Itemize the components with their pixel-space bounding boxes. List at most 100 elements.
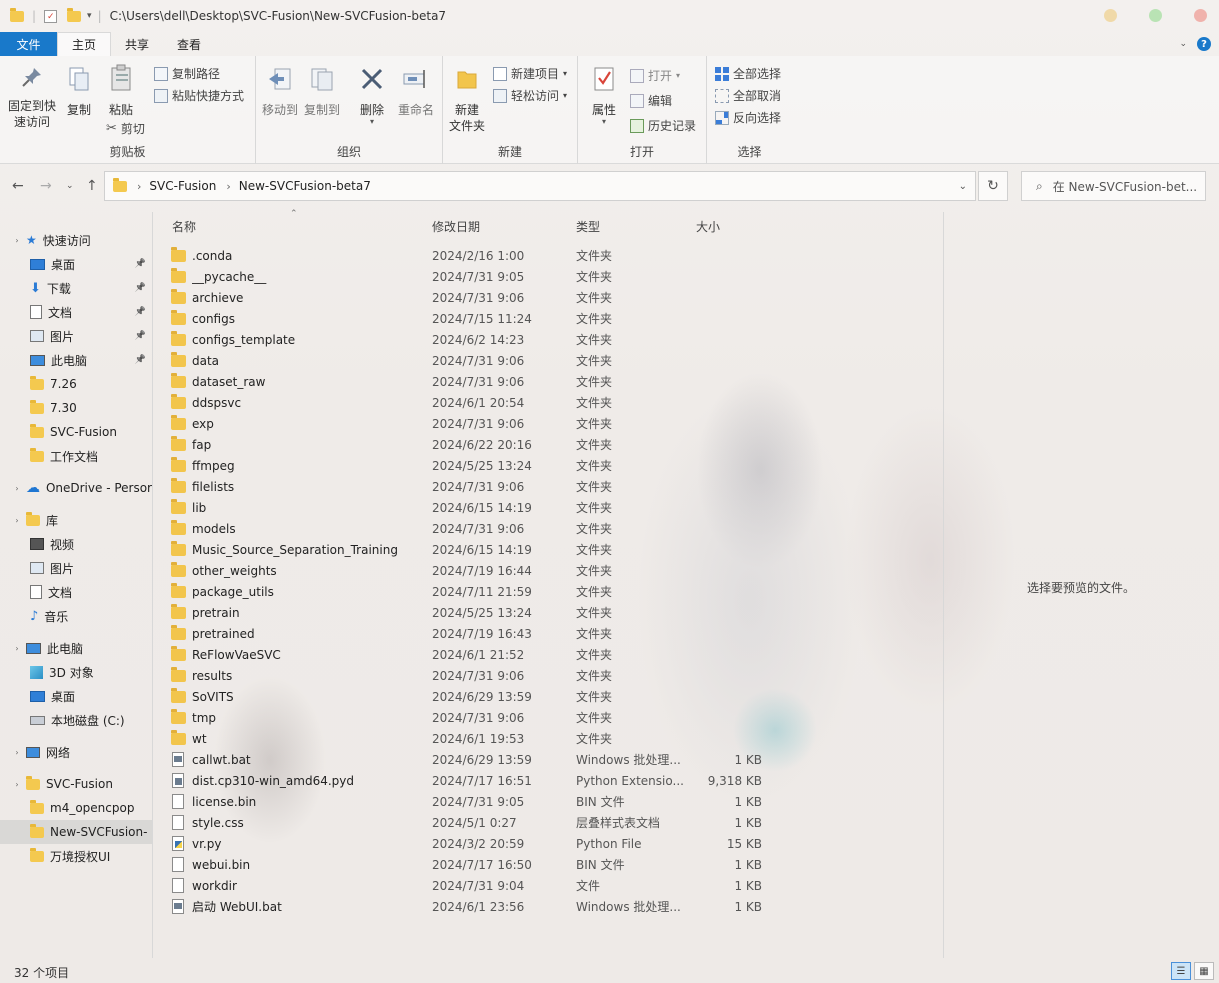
file-row[interactable]: __pycache__ 2024/7/31 9:05 文件夹 xyxy=(170,266,930,287)
file-row[interactable]: exp 2024/7/31 9:06 文件夹 xyxy=(170,413,930,434)
copy-path-button[interactable]: 复制路径 xyxy=(154,65,220,82)
up-arrow-icon[interactable]: ↑ xyxy=(86,178,98,194)
sidebar-item[interactable]: m4_opencpop xyxy=(0,796,152,820)
file-row[interactable]: dist.cp310-win_amd64.pyd 2024/7/17 16:51 P… xyxy=(170,770,930,791)
column-header-date[interactable]: 修改日期 xyxy=(432,218,480,235)
paste-shortcut-button[interactable]: 粘贴快捷方式 xyxy=(154,87,244,104)
recent-dropdown-icon[interactable]: ⌄ xyxy=(66,181,74,191)
sidebar-item[interactable]: SVC-Fusion xyxy=(0,420,152,444)
minimize-button[interactable] xyxy=(1104,9,1117,22)
sidebar-item[interactable]: › SVC-Fusion xyxy=(0,772,152,796)
file-row[interactable]: dataset_raw 2024/7/31 9:06 文件夹 xyxy=(170,371,930,392)
open-button[interactable]: 打开 ▾ xyxy=(630,67,680,84)
tab-share[interactable]: 共享 xyxy=(111,32,163,56)
help-icon[interactable]: ? xyxy=(1197,37,1211,51)
move-to-button[interactable]: 移动到 xyxy=(260,66,300,118)
details-view-button[interactable]: ☰ xyxy=(1171,962,1191,980)
address-bar[interactable]: › SVC-Fusion › New-SVCFusion-beta7 ⌄ xyxy=(104,171,976,201)
sidebar-item[interactable]: 文档 xyxy=(0,580,152,604)
file-row[interactable]: archieve 2024/7/31 9:06 文件夹 xyxy=(170,287,930,308)
column-header-type[interactable]: 类型 xyxy=(576,218,600,235)
file-row[interactable]: configs 2024/7/15 11:24 文件夹 xyxy=(170,308,930,329)
close-button[interactable] xyxy=(1194,9,1207,22)
breadcrumb-current[interactable]: New-SVCFusion-beta7 xyxy=(239,179,371,193)
sidebar-item[interactable]: › 此电脑 xyxy=(0,636,152,660)
file-row[interactable]: license.bin 2024/7/31 9:05 BIN 文件 1 KB xyxy=(170,791,930,812)
back-arrow-icon[interactable]: ← xyxy=(12,178,24,194)
tab-file[interactable]: 文件 xyxy=(0,32,57,56)
select-none-button[interactable]: 全部取消 xyxy=(715,87,781,104)
sidebar-item[interactable]: 万境授权UI xyxy=(0,844,152,868)
sidebar-item[interactable]: ♪ 音乐 xyxy=(0,604,152,628)
column-header-size[interactable]: 大小 xyxy=(696,218,720,235)
sidebar-item[interactable]: 此电脑 📌 xyxy=(0,348,152,372)
sidebar-item[interactable]: 桌面 xyxy=(0,684,152,708)
new-folder-button[interactable]: 新建 文件夹 xyxy=(443,66,491,134)
sidebar-item[interactable]: › ☁ OneDrive - Persor xyxy=(0,476,152,500)
breadcrumb-svc-fusion[interactable]: SVC-Fusion xyxy=(149,179,216,193)
tab-home[interactable]: 主页 xyxy=(57,32,112,56)
forward-arrow-icon[interactable]: → xyxy=(40,178,52,194)
file-row[interactable]: other_weights 2024/7/19 16:44 文件夹 xyxy=(170,560,930,581)
file-row[interactable]: configs_template 2024/6/2 14:23 文件夹 xyxy=(170,329,930,350)
pin-quick-access-button[interactable]: 固定到快 速访问 xyxy=(4,66,60,130)
file-row[interactable]: models 2024/7/31 9:06 文件夹 xyxy=(170,518,930,539)
file-row[interactable]: ReFlowVaeSVC 2024/6/1 21:52 文件夹 xyxy=(170,644,930,665)
expand-chevron-icon[interactable]: › xyxy=(12,236,22,245)
file-row[interactable]: webui.bin 2024/7/17 16:50 BIN 文件 1 KB xyxy=(170,854,930,875)
expand-chevron-icon[interactable]: › xyxy=(12,644,22,653)
sidebar-item[interactable]: 文档 📌 xyxy=(0,300,152,324)
file-row[interactable]: vr.py 2024/3/2 20:59 Python File 15 KB xyxy=(170,833,930,854)
file-row[interactable]: ddspsvc 2024/6/1 20:54 文件夹 xyxy=(170,392,930,413)
file-row[interactable]: lib 2024/6/15 14:19 文件夹 xyxy=(170,497,930,518)
file-row[interactable]: pretrain 2024/5/25 13:24 文件夹 xyxy=(170,602,930,623)
expand-chevron-icon[interactable]: › xyxy=(12,780,22,789)
file-row[interactable]: ffmpeg 2024/5/25 13:24 文件夹 xyxy=(170,455,930,476)
file-row[interactable]: package_utils 2024/7/11 21:59 文件夹 xyxy=(170,581,930,602)
file-row[interactable]: wt 2024/6/1 19:53 文件夹 xyxy=(170,728,930,749)
file-row[interactable]: 启动 WebUI.bat 2024/6/1 23:56 Windows 批处理...… xyxy=(170,896,930,917)
select-all-button[interactable]: 全部选择 xyxy=(715,65,781,82)
expand-chevron-icon[interactable]: › xyxy=(12,748,22,757)
sidebar-item[interactable]: › 网络 xyxy=(0,740,152,764)
file-row[interactable]: filelists 2024/7/31 9:06 文件夹 xyxy=(170,476,930,497)
sidebar-item[interactable]: ⬇ 下载 📌 xyxy=(0,276,152,300)
new-folder-quick-icon[interactable] xyxy=(67,7,82,22)
file-row[interactable]: style.css 2024/5/1 0:27 层叠样式表文档 1 KB xyxy=(170,812,930,833)
file-row[interactable]: Music_Source_Separation_Training 2024/6/1… xyxy=(170,539,930,560)
history-button[interactable]: 历史记录 xyxy=(630,117,696,134)
sidebar-item[interactable]: New-SVCFusion- xyxy=(0,820,152,844)
sidebar-item[interactable]: 7.26 xyxy=(0,372,152,396)
expand-chevron-icon[interactable]: › xyxy=(12,484,22,493)
rename-button[interactable]: 重命名 xyxy=(394,66,438,118)
file-row[interactable]: workdir 2024/7/31 9:04 文件 1 KB xyxy=(170,875,930,896)
ribbon-expand-icon[interactable]: ⌄ xyxy=(1179,39,1187,49)
file-row[interactable]: results 2024/7/31 9:06 文件夹 xyxy=(170,665,930,686)
tab-view[interactable]: 查看 xyxy=(163,32,215,56)
new-item-button[interactable]: 新建项目 ▾ xyxy=(493,65,567,82)
easy-access-button[interactable]: 轻松访问 ▾ xyxy=(493,87,567,104)
cut-button[interactable]: ✂ 剪切 xyxy=(106,120,145,137)
copy-to-button[interactable]: 复制到 xyxy=(302,66,342,118)
sidebar-item[interactable]: 7.30 xyxy=(0,396,152,420)
search-input[interactable]: ⌕ 在 New-SVCFusion-bet... xyxy=(1021,171,1206,201)
address-dropdown-icon[interactable]: ⌄ xyxy=(959,181,967,192)
sidebar-item[interactable]: › 库 xyxy=(0,508,152,532)
properties-button[interactable]: 属性 ▾ xyxy=(586,66,622,126)
file-row[interactable]: tmp 2024/7/31 9:06 文件夹 xyxy=(170,707,930,728)
sidebar-item[interactable]: 本地磁盘 (C:) xyxy=(0,708,152,732)
file-row[interactable]: pretrained 2024/7/19 16:43 文件夹 xyxy=(170,623,930,644)
copy-button[interactable]: 复制 xyxy=(62,66,96,118)
file-row[interactable]: .conda 2024/2/16 1:00 文件夹 xyxy=(170,245,930,266)
paste-button[interactable]: 粘贴 xyxy=(102,64,140,118)
sidebar-item[interactable]: 视频 xyxy=(0,532,152,556)
edit-button[interactable]: 编辑 xyxy=(630,92,672,109)
column-header-name[interactable]: 名称 xyxy=(172,218,196,235)
quick-access-dropdown-icon[interactable]: ▾ xyxy=(87,11,92,21)
properties-quick-icon[interactable]: ✓ xyxy=(44,9,58,23)
sidebar-item[interactable]: 图片 📌 xyxy=(0,324,152,348)
file-row[interactable]: data 2024/7/31 9:06 文件夹 xyxy=(170,350,930,371)
maximize-button[interactable] xyxy=(1149,9,1162,22)
refresh-button[interactable]: ↻ xyxy=(978,171,1008,201)
delete-button[interactable]: 删除 ▾ xyxy=(352,66,392,126)
